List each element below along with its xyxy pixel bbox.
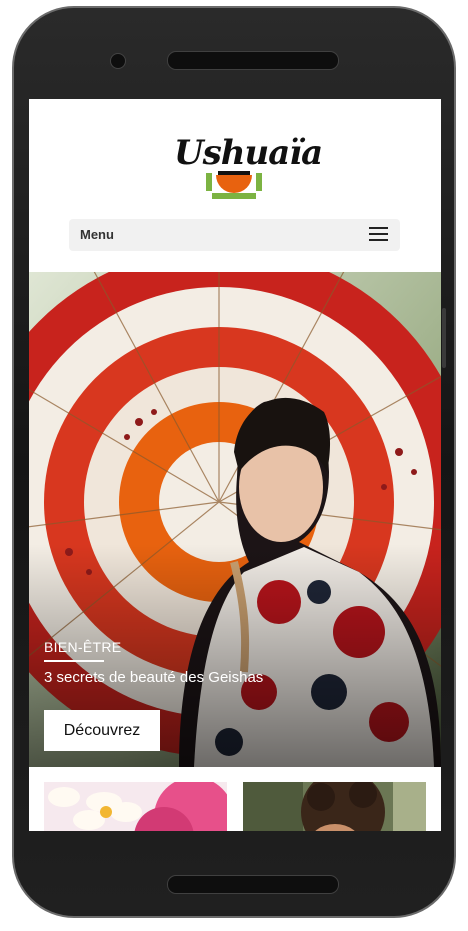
article-card-thumbnail-2[interactable]	[243, 782, 426, 831]
hamburger-icon[interactable]	[369, 227, 388, 242]
logo-sun-icon	[206, 171, 262, 199]
hero-category[interactable]: BIEN-ÊTRE	[44, 639, 121, 655]
hero-image	[29, 272, 441, 767]
hero-title[interactable]: 3 secrets de beauté des Geishas	[44, 669, 263, 686]
site-logo[interactable]: Ushuaïa	[174, 133, 323, 203]
volume-button	[442, 308, 446, 368]
hero-category-underline	[44, 660, 104, 662]
discover-button[interactable]: Découvrez	[44, 710, 160, 751]
flower-image	[44, 782, 227, 831]
portrait-image	[243, 782, 426, 831]
front-camera	[110, 53, 126, 69]
speaker-grille-bottom	[167, 875, 339, 894]
logo-wordmark: Ushuaïa	[174, 133, 323, 173]
article-card-thumbnail[interactable]	[44, 782, 227, 831]
speaker-grille-top	[167, 51, 339, 70]
menu-label: Menu	[80, 227, 114, 242]
screen: Ushuaïa Menu BIEN-ÊTRE 3 secrets de beau…	[29, 99, 441, 831]
hero-banner[interactable]: BIEN-ÊTRE 3 secrets de beauté des Geisha…	[29, 272, 441, 767]
menu-bar[interactable]: Menu	[69, 219, 400, 251]
